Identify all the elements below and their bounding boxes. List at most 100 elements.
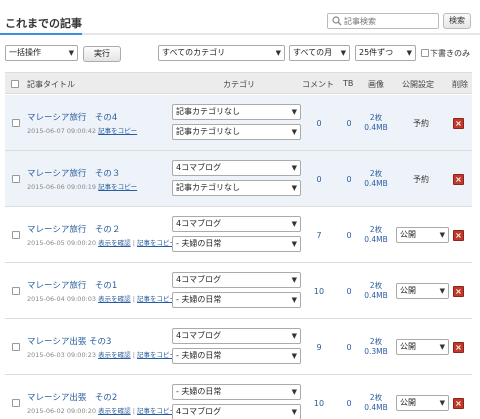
category-select-primary[interactable]: - 夫婦の日常 ▼ [172, 384, 301, 400]
publish-status-select[interactable]: 公開 ▼ [396, 395, 449, 411]
category-select-secondary[interactable]: 記事カテゴリなし ▼ [172, 180, 301, 196]
image-info[interactable]: 2枚 0.4MB [361, 281, 391, 301]
title-divider-accent [0, 33, 82, 35]
image-info[interactable]: 2枚 0.4MB [361, 393, 391, 413]
category-select-secondary[interactable]: 記事カテゴリなし ▼ [172, 124, 301, 140]
post-title-link[interactable]: マレーシア旅行 その1 [27, 279, 117, 291]
image-size: 0.4MB [364, 235, 388, 244]
search-input[interactable] [344, 15, 436, 27]
view-post-link[interactable]: 表示を確認 [98, 239, 131, 247]
row-checkbox[interactable] [12, 399, 20, 407]
post-meta: 2015-06-02 09:00:20 表示を確認 | 記事をコピー [27, 405, 176, 415]
post-title-link[interactable]: マレーシア出張 その3 [27, 335, 111, 347]
category-select-primary[interactable]: 4コマブログ ▼ [172, 272, 301, 288]
copy-post-link[interactable]: 記事をコピー [137, 295, 176, 303]
header-delete: 削除 [452, 80, 468, 89]
comment-count[interactable]: 0 [307, 119, 331, 128]
post-date: 2015-06-04 09:00:03 [27, 295, 97, 303]
category-select-secondary[interactable]: 4コマブログ ▼ [172, 404, 301, 419]
select-all-checkbox[interactable] [11, 80, 19, 88]
per-page-label: 25件ずつ [359, 48, 394, 57]
search-button[interactable]: 検索 [443, 13, 471, 29]
trackback-count: 0 [346, 119, 352, 128]
delete-x-icon[interactable]: × [453, 230, 464, 241]
comment-count[interactable]: 0 [307, 175, 331, 184]
category-select-secondary[interactable]: - 夫婦の日常 ▼ [172, 348, 301, 364]
view-post-link[interactable]: 表示を確認 [98, 295, 131, 303]
per-page-select[interactable]: 25件ずつ ▼ [355, 45, 416, 61]
category-select-secondary[interactable]: - 夫婦の日常 ▼ [172, 292, 301, 308]
image-info[interactable]: 2枚 0.4MB [361, 113, 391, 133]
chevron-down-icon: ▼ [291, 332, 297, 340]
comment-count[interactable]: 10 [307, 399, 331, 408]
header-tb: TB [343, 79, 354, 88]
bulk-action-select[interactable]: 一括操作 ▼ [5, 45, 78, 61]
view-post-link[interactable]: 表示を確認 [98, 407, 131, 415]
header-category: カテゴリ [223, 80, 255, 89]
category-select-primary[interactable]: 4コマブログ ▼ [172, 328, 301, 344]
category-label: - 夫婦の日常 [176, 387, 222, 396]
image-info[interactable]: 2枚 0.3MB [361, 337, 391, 357]
category-label: 4コマブログ [176, 331, 222, 340]
image-info[interactable]: 2枚 0.4MB [361, 169, 391, 189]
image-info[interactable]: 2枚 0.4MB [361, 225, 391, 245]
post-date: 2015-06-05 09:00:20 [27, 239, 97, 247]
comment-count[interactable]: 7 [307, 231, 331, 240]
category-filter-label: すべてのカテゴリ [162, 48, 226, 57]
category-label: 記事カテゴリなし [176, 183, 240, 192]
category-label: - 夫婦の日常 [176, 351, 222, 360]
category-label: 4コマブログ [176, 407, 222, 416]
chevron-down-icon: ▼ [291, 184, 297, 192]
search-icon [332, 16, 342, 26]
delete-x-icon[interactable]: × [453, 286, 464, 297]
category-select-primary[interactable]: 記事カテゴリなし ▼ [172, 104, 301, 120]
search-box[interactable] [327, 13, 439, 29]
view-post-link[interactable]: 表示を確認 [98, 351, 131, 359]
publish-status-label: 公開 [400, 342, 416, 351]
category-select-secondary[interactable]: - 夫婦の日常 ▼ [172, 236, 301, 252]
row-checkbox[interactable] [12, 287, 20, 295]
publish-status-select[interactable]: 公開 ▼ [396, 283, 449, 299]
row-checkbox[interactable] [12, 175, 20, 183]
post-title-link[interactable]: マレーシア旅行 その２ [27, 223, 120, 235]
category-filter-select[interactable]: すべてのカテゴリ ▼ [158, 45, 285, 61]
copy-post-link[interactable]: 記事をコピー [98, 183, 137, 191]
post-meta: 2015-06-04 09:00:03 表示を確認 | 記事をコピー [27, 293, 176, 303]
copy-post-link[interactable]: 記事をコピー [137, 407, 176, 415]
chevron-down-icon: ▼ [291, 276, 297, 284]
table-row: マレーシア旅行 その1 2015-06-04 09:00:03 表示を確認 | 記… [5, 263, 472, 319]
image-size: 0.4MB [364, 403, 388, 412]
chevron-down-icon: ▼ [439, 287, 445, 295]
delete-x-icon[interactable]: × [453, 174, 464, 185]
row-checkbox[interactable] [12, 119, 20, 127]
copy-post-link[interactable]: 記事をコピー [98, 127, 137, 135]
row-checkbox[interactable] [12, 231, 20, 239]
category-select-primary[interactable]: 4コマブログ ▼ [172, 216, 301, 232]
row-checkbox[interactable] [12, 343, 20, 351]
trackback-count: 0 [346, 175, 352, 184]
publish-status-select[interactable]: 公開 ▼ [396, 227, 449, 243]
delete-x-icon[interactable]: × [453, 118, 464, 129]
month-filter-select[interactable]: すべての月 ▼ [289, 45, 350, 61]
drafts-only-checkbox[interactable] [421, 49, 429, 57]
copy-post-link[interactable]: 記事をコピー [137, 351, 176, 359]
copy-post-link[interactable]: 記事をコピー [137, 239, 176, 247]
drafts-only-label: 下書きのみ [430, 49, 470, 58]
post-meta: 2015-06-05 09:00:20 表示を確認 | 記事をコピー [27, 237, 176, 247]
execute-button[interactable]: 実行 [83, 46, 121, 62]
chevron-down-icon: ▼ [291, 408, 297, 416]
delete-x-icon[interactable]: × [453, 342, 464, 353]
header-title: 記事タイトル [27, 80, 75, 89]
post-title-link[interactable]: マレーシア旅行 その4 [27, 111, 117, 123]
image-count: 2枚 [369, 169, 383, 178]
delete-x-icon[interactable]: × [453, 398, 464, 409]
trackback-count: 0 [346, 231, 352, 240]
comment-count[interactable]: 9 [307, 343, 331, 352]
comment-count[interactable]: 10 [307, 287, 331, 296]
post-title-link[interactable]: マレーシア出張 その2 [27, 391, 117, 403]
bulk-action-label: 一括操作 [9, 48, 41, 57]
category-select-primary[interactable]: 4コマブログ ▼ [172, 160, 301, 176]
post-date: 2015-06-06 09:00:19 [27, 183, 97, 191]
publish-status-select[interactable]: 公開 ▼ [396, 339, 449, 355]
post-title-link[interactable]: マレーシア旅行 その３ [27, 167, 120, 179]
